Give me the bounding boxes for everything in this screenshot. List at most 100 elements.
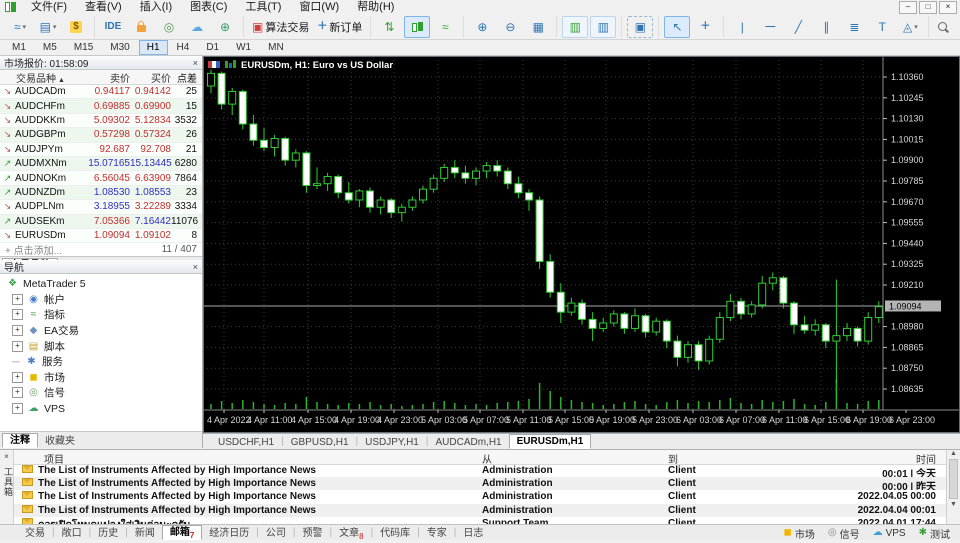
scroll-thumb[interactable] bbox=[949, 459, 958, 499]
community-button[interactable]: ⊕ bbox=[212, 16, 238, 38]
toolbox-tab-文章[interactable]: 文章8 bbox=[332, 527, 370, 541]
chart-tab-4[interactable]: EURUSDm,H1 bbox=[508, 434, 592, 449]
chart-type-button[interactable]: ≈ ▾ bbox=[7, 16, 33, 38]
timeframe-H1[interactable]: H1 bbox=[138, 40, 168, 55]
symbol-row-AUDNZDm[interactable]: ↗ AUDNZDm 1.08530 1.08553 23 bbox=[0, 185, 202, 201]
scroll-down-icon[interactable]: ▼ bbox=[950, 501, 957, 508]
text-tool-button[interactable]: T bbox=[869, 16, 895, 38]
screenshot-button[interactable]: ▣ bbox=[627, 15, 654, 38]
expand-icon[interactable]: + bbox=[12, 371, 23, 383]
symbol-row-AUDSEKm[interactable]: ↗ AUDSEKm 7.05366 7.16442 11076 bbox=[0, 214, 202, 229]
zoom-out-button[interactable]: ⊖ bbox=[497, 16, 523, 38]
expand-icon[interactable]: + bbox=[12, 293, 23, 305]
toolbox-tab-专家[interactable]: 专家 bbox=[420, 527, 454, 540]
navigator-root[interactable]: ❖ MetaTrader 5 bbox=[0, 276, 202, 292]
close-icon[interactable]: × bbox=[0, 452, 13, 461]
expand-icon[interactable]: + bbox=[12, 340, 23, 352]
channel-button[interactable]: ∥ bbox=[813, 16, 839, 38]
navigator-item-3[interactable]: + ▤ 脚本 bbox=[0, 338, 202, 354]
algo-trading-button[interactable]: ▣ 算法交易 bbox=[249, 16, 312, 38]
expand-icon[interactable]: + bbox=[12, 403, 23, 415]
toolbox-tab-代码库[interactable]: 代码库 bbox=[373, 527, 417, 540]
search-button[interactable] bbox=[929, 16, 955, 38]
status-item-信号[interactable]: ◎ 信号 bbox=[828, 526, 860, 541]
depth-of-market-button[interactable]: ▥ bbox=[590, 15, 617, 38]
toolbox-tab-预警[interactable]: 预警 bbox=[296, 527, 330, 540]
toolbox-scrollbar[interactable]: ▲ ▼ bbox=[946, 450, 960, 525]
line-mode-button[interactable]: ≈ bbox=[432, 16, 458, 38]
data-window-button[interactable]: ▥ bbox=[562, 15, 589, 38]
expand-icon[interactable]: + bbox=[12, 387, 23, 399]
toolbox-column-headers[interactable]: 项目从到时间 bbox=[14, 450, 946, 466]
chart-tab-2[interactable]: USDJPY,H1 bbox=[358, 436, 426, 449]
symbol-row-AUDGBPm[interactable]: ↘ AUDGBPm 0.57298 0.57324 26 bbox=[0, 128, 202, 143]
navigator-tab-1[interactable]: 收藏夹 bbox=[38, 435, 82, 448]
tick-chart-button[interactable]: ⇅ bbox=[376, 16, 402, 38]
navigator-item-5[interactable]: + ◼ 市场 bbox=[0, 370, 202, 386]
timeframe-M1[interactable]: M1 bbox=[4, 40, 34, 55]
metaeditor-button[interactable]: IDE bbox=[100, 16, 126, 38]
scroll-up-icon[interactable]: ▲ bbox=[950, 450, 957, 457]
navigator-item-0[interactable]: + ◉ 帐户 bbox=[0, 292, 202, 308]
cloud-button[interactable]: ☁ bbox=[184, 16, 210, 38]
timeframe-D1[interactable]: D1 bbox=[198, 40, 227, 55]
market-watch-toggle[interactable]: $ bbox=[63, 16, 89, 38]
market-watch-column-headers[interactable]: 交易品种 ▲ 卖价 买价 点差 bbox=[0, 70, 202, 85]
toolbox-tab-邮箱[interactable]: 邮箱7 bbox=[161, 525, 203, 540]
toolbox-tab-经济日历[interactable]: 经济日历 bbox=[202, 527, 256, 540]
symbol-row-AUDCADm[interactable]: ↘ AUDCADm 0.94117 0.94142 25 bbox=[0, 85, 202, 100]
menu-item-6[interactable]: 帮助(H) bbox=[348, 0, 403, 14]
menu-item-1[interactable]: 查看(V) bbox=[76, 0, 131, 14]
timeframe-M30[interactable]: M30 bbox=[102, 40, 137, 55]
close-button[interactable]: × bbox=[939, 0, 957, 14]
candle-chart-button[interactable] bbox=[404, 15, 431, 38]
mail-row-0[interactable]: The List of Instruments Affected by High… bbox=[14, 464, 946, 477]
symbol-row-AUDCHFm[interactable]: ↘ AUDCHFm 0.69885 0.69900 15 bbox=[0, 99, 202, 114]
toolbox-tab-敞口[interactable]: 敞口 bbox=[55, 527, 89, 540]
add-symbol-button[interactable]: + 点击添加... bbox=[5, 242, 62, 257]
toolbox-tab-公司[interactable]: 公司 bbox=[259, 527, 293, 540]
menu-item-0[interactable]: 文件(F) bbox=[22, 0, 76, 14]
chart-tab-1[interactable]: GBPUSD,H1 bbox=[284, 436, 356, 449]
column-ask[interactable]: 买价 bbox=[130, 70, 171, 85]
minimize-button[interactable]: – bbox=[899, 0, 917, 14]
symbol-row-AUDJPYm[interactable]: ↘ AUDJPYm 92.687 92.708 21 bbox=[0, 142, 202, 157]
navigator-tab-0[interactable]: 注释 bbox=[2, 433, 38, 448]
symbol-row-AUDMXNm[interactable]: ↗ AUDMXNm 15.07165 15.13445 6280 bbox=[0, 156, 202, 172]
trendline-button[interactable]: ╱ bbox=[785, 16, 811, 38]
column-bid[interactable]: 卖价 bbox=[78, 70, 130, 85]
close-icon[interactable]: × bbox=[193, 58, 198, 68]
market-lock-button[interactable] bbox=[128, 16, 154, 38]
mail-row-2[interactable]: The List of Instruments Affected by High… bbox=[14, 490, 946, 503]
symbol-row-AUDPLNm[interactable]: ↘ AUDPLNm 3.18955 3.22289 3334 bbox=[0, 200, 202, 215]
toolbox-tab-历史[interactable]: 历史 bbox=[91, 527, 125, 540]
symbol-row-AUDNOKm[interactable]: ↗ AUDNOKm 6.56045 6.63909 7864 bbox=[0, 171, 202, 186]
status-item-VPS[interactable]: ☁ VPS bbox=[873, 528, 906, 539]
price-chart[interactable]: 1.10360 1.10245 1.10130 1.10015 1.09900 1.097… bbox=[203, 56, 960, 433]
timeframe-H4[interactable]: H4 bbox=[169, 40, 198, 55]
menu-item-3[interactable]: 图表(C) bbox=[181, 0, 236, 14]
timeframe-W1[interactable]: W1 bbox=[228, 40, 259, 55]
column-symbol[interactable]: 交易品种 ▲ bbox=[0, 70, 78, 85]
crosshair-button[interactable]: ＋ bbox=[692, 16, 718, 38]
signals-button[interactable]: ◎ bbox=[156, 16, 182, 38]
timeframe-MN[interactable]: MN bbox=[260, 40, 292, 55]
expand-icon[interactable]: + bbox=[12, 325, 23, 337]
toolbox-tab-交易[interactable]: 交易 bbox=[18, 527, 52, 540]
symbol-row-AUDDKKm[interactable]: ↘ AUDDKKm 5.09302 5.12834 3532 bbox=[0, 113, 202, 129]
mail-row-3[interactable]: The List of Instruments Affected by High… bbox=[14, 503, 946, 517]
new-order-button[interactable]: ＋新订单 bbox=[314, 16, 365, 38]
cursor-button[interactable]: ↖ bbox=[664, 15, 691, 38]
navigator-item-6[interactable]: + ◎ 信号 bbox=[0, 385, 202, 401]
fibonacci-button[interactable]: ≣ bbox=[841, 16, 867, 38]
navigator-item-7[interactable]: + ☁ VPS bbox=[0, 401, 202, 417]
toolbox-tab-日志[interactable]: 日志 bbox=[456, 527, 490, 540]
restore-button[interactable]: □ bbox=[919, 0, 937, 14]
column-spread[interactable]: 点差 bbox=[171, 70, 202, 85]
status-item-市场[interactable]: ◼ 市场 bbox=[784, 526, 815, 541]
navigator-item-4[interactable]: ─ ✱ 服务 bbox=[0, 354, 202, 370]
shapes-button[interactable]: ◬ ▾ bbox=[897, 16, 923, 38]
menu-item-4[interactable]: 工具(T) bbox=[236, 0, 290, 14]
menu-item-5[interactable]: 窗口(W) bbox=[290, 0, 348, 14]
chart-tab-3[interactable]: AUDCADm,H1 bbox=[428, 436, 508, 449]
